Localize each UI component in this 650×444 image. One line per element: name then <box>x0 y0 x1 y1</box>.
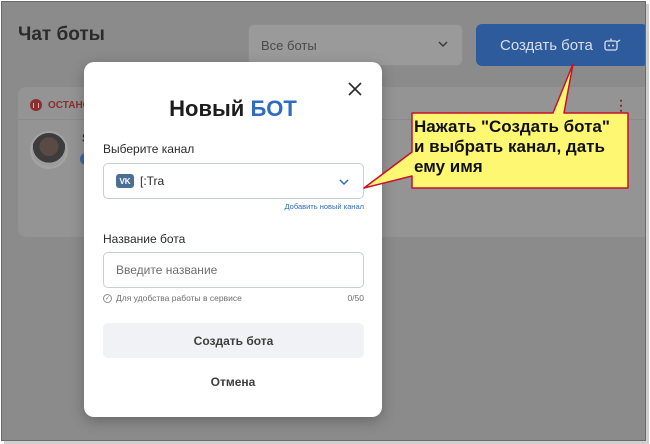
callout-text: Нажать "Создать бота" и выбрать канал, д… <box>414 117 610 176</box>
callout-bubble <box>363 63 629 189</box>
